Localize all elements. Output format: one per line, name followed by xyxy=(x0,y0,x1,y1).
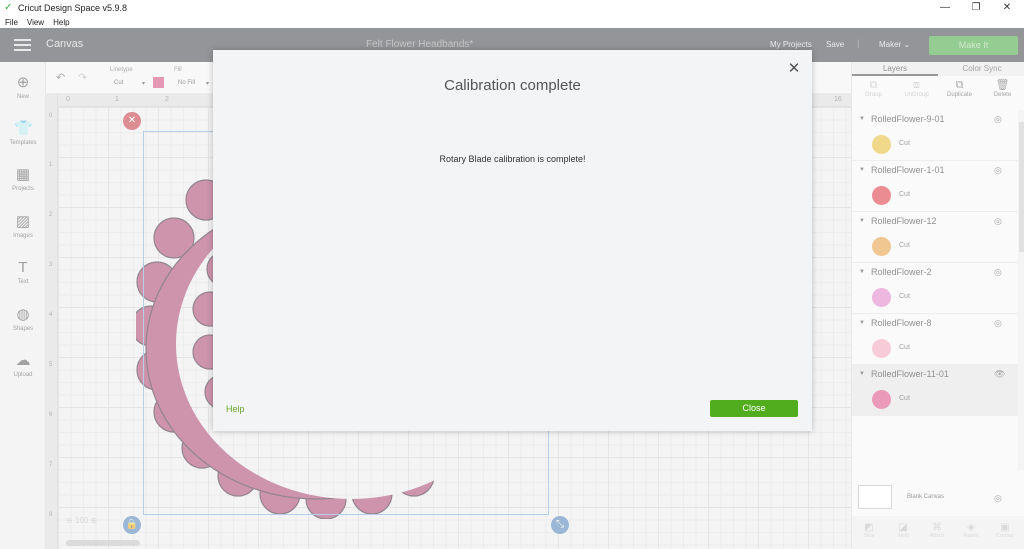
close-button[interactable]: Close xyxy=(710,400,798,417)
menubar: File View Help xyxy=(0,16,1024,28)
minimize-button[interactable]: — xyxy=(930,0,960,16)
window-titlebar: ✓ Cricut Design Space v5.9.8 xyxy=(0,0,1024,16)
maximize-button[interactable]: ❐ xyxy=(961,0,991,16)
menu-file[interactable]: File xyxy=(5,18,18,27)
close-icon[interactable]: ✕ xyxy=(787,61,801,76)
menu-view[interactable]: View xyxy=(27,18,44,27)
cricut-logo-icon: ✓ xyxy=(4,2,13,13)
window-title: Cricut Design Space v5.9.8 xyxy=(18,3,128,13)
help-link[interactable]: Help xyxy=(226,404,245,414)
dialog-message: Rotary Blade calibration is complete! xyxy=(439,154,586,164)
calibration-dialog: Calibration complete ✕ Rotary Blade cali… xyxy=(213,50,812,431)
menu-help[interactable]: Help xyxy=(53,18,69,27)
window-close-button[interactable]: ✕ xyxy=(992,0,1022,16)
dialog-title: Calibration complete xyxy=(444,77,581,94)
